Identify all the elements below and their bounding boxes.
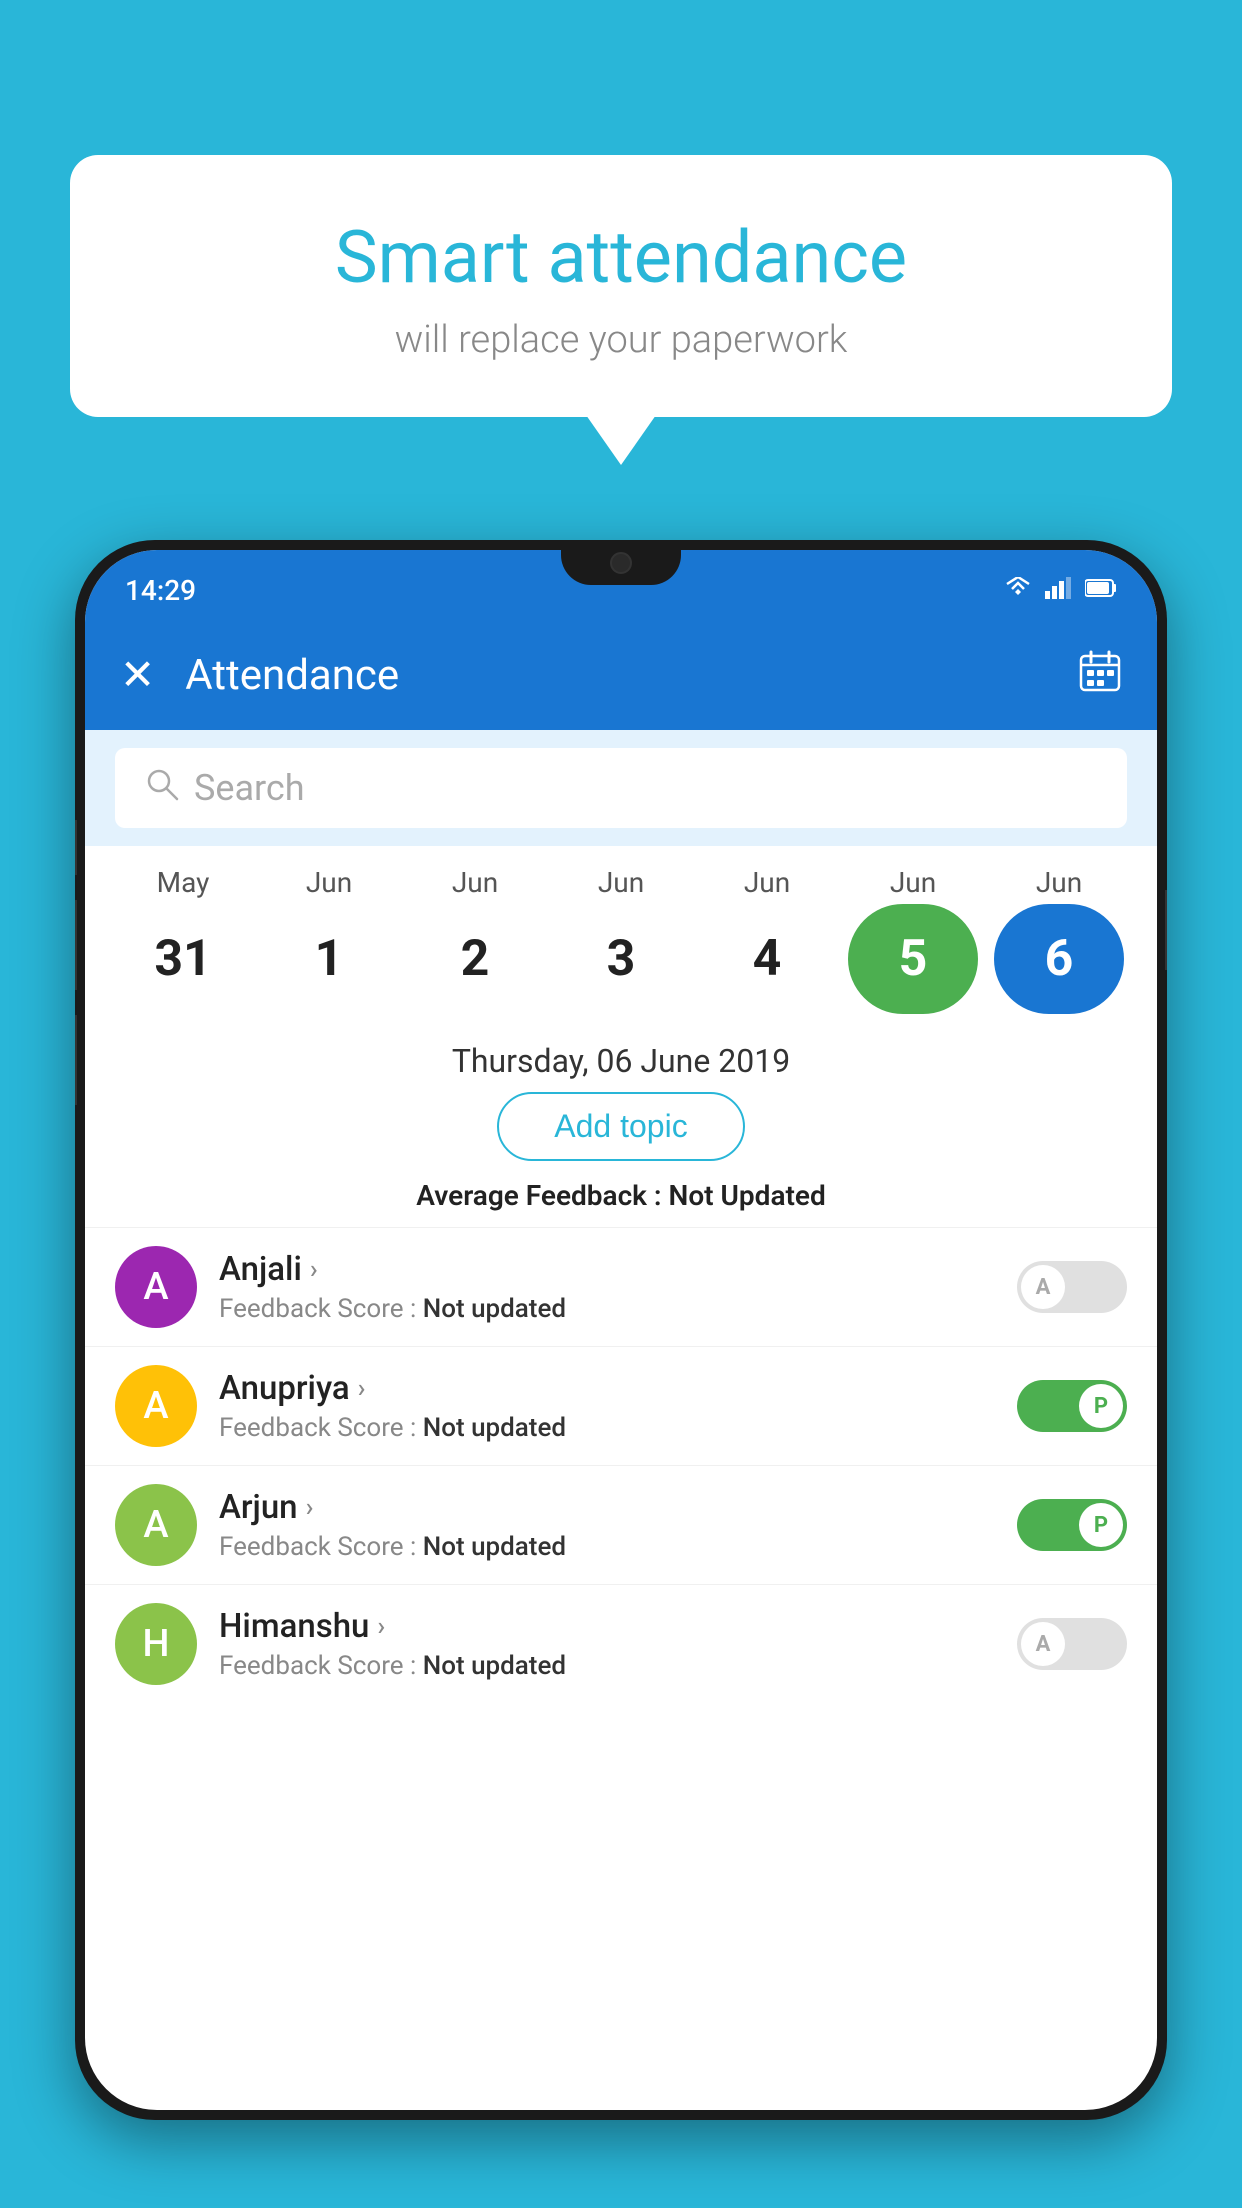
student-item-arjun[interactable]: A Arjun › Feedback Score : Not updated [85,1465,1157,1584]
avatar-anupriya: A [115,1365,197,1447]
student-feedback-himanshu: Feedback Score : Not updated [219,1651,995,1681]
student-feedback-anjali: Feedback Score : Not updated [219,1294,995,1324]
search-container: Search [85,730,1157,846]
phone-container: 14:29 [75,540,1167,2208]
month-5: Jun [848,866,978,899]
avg-feedback-label: Average Feedback : [416,1179,668,1212]
month-3: Jun [556,866,686,899]
toggle-anjali[interactable]: A [1017,1261,1127,1313]
student-name-anjali: Anjali › [219,1250,995,1289]
avg-feedback: Average Feedback : Not Updated [85,1171,1157,1227]
toggle-arjun[interactable]: P [1017,1499,1127,1551]
toggle-anupriya[interactable]: P [1017,1380,1127,1432]
student-item-anjali[interactable]: A Anjali › Feedback Score : Not updated [85,1227,1157,1346]
month-6: Jun [994,866,1124,899]
student-name-anupriya: Anupriya › [219,1369,995,1408]
student-name-arjun: Arjun › [219,1488,995,1527]
content-area: Thursday, 06 June 2019 Add topic Average… [85,1024,1157,1703]
student-name-himanshu: Himanshu › [219,1607,995,1646]
chevron-icon: › [306,1493,314,1523]
vol-down-button [75,900,77,990]
date-5-today[interactable]: 5 [848,904,978,1014]
app-bar-title: Attendance [185,651,1048,700]
toggle-knob-arjun: P [1079,1503,1123,1547]
status-icons [1003,577,1117,603]
date-4[interactable]: 4 [702,904,832,1014]
student-item-anupriya[interactable]: A Anupriya › Feedback Score : Not update… [85,1346,1157,1465]
phone-notch [561,540,681,585]
student-info-himanshu: Himanshu › Feedback Score : Not updated [219,1607,995,1681]
toggle-knob-anupriya: P [1079,1384,1123,1428]
avatar-arjun: A [115,1484,197,1566]
toggle-knob-anjali: A [1021,1265,1065,1309]
signal-icon [1045,577,1073,603]
chevron-icon: › [310,1255,318,1285]
toggle-knob-himanshu: A [1021,1622,1065,1666]
calendar-dates: 31 1 2 3 4 5 6 [85,904,1157,1014]
add-topic-button[interactable]: Add topic [497,1092,744,1161]
month-4: Jun [702,866,832,899]
month-0: May [118,866,248,899]
month-1: Jun [264,866,394,899]
battery-icon [1085,578,1117,602]
selected-date: Thursday, 06 June 2019 [85,1024,1157,1092]
date-6-selected[interactable]: 6 [994,904,1124,1014]
speech-bubble-container: Smart attendance will replace your paper… [70,155,1172,417]
phone-screen: 14:29 [85,550,1157,2110]
app-bar: ✕ Attendance [85,620,1157,730]
power-button [1165,890,1167,970]
vol-up-button [75,820,77,875]
avatar-himanshu: H [115,1603,197,1685]
search-bar[interactable]: Search [115,748,1127,828]
date-3[interactable]: 3 [556,904,686,1014]
student-info-arjun: Arjun › Feedback Score : Not updated [219,1488,995,1562]
avg-feedback-value: Not Updated [669,1179,826,1212]
month-2: Jun [410,866,540,899]
student-feedback-arjun: Feedback Score : Not updated [219,1532,995,1562]
date-31[interactable]: 31 [118,904,248,1014]
avatar-anjali: A [115,1246,197,1328]
student-info-anjali: Anjali › Feedback Score : Not updated [219,1250,995,1324]
chevron-icon: › [358,1374,366,1404]
search-placeholder: Search [194,767,305,809]
bubble-title: Smart attendance [120,215,1122,300]
calendar-months: May Jun Jun Jun Jun Jun Jun [85,866,1157,899]
search-icon [145,767,179,810]
status-time: 14:29 [125,574,196,607]
student-item-himanshu[interactable]: H Himanshu › Feedback Score : Not update… [85,1584,1157,1703]
wifi-icon [1003,577,1033,603]
student-list: A Anjali › Feedback Score : Not updated [85,1227,1157,1703]
phone-frame: 14:29 [75,540,1167,2120]
camera [610,552,632,574]
date-1[interactable]: 1 [264,904,394,1014]
speech-bubble: Smart attendance will replace your paper… [70,155,1172,417]
date-2[interactable]: 2 [410,904,540,1014]
student-feedback-anupriya: Feedback Score : Not updated [219,1413,995,1443]
bubble-subtitle: will replace your paperwork [120,318,1122,362]
student-info-anupriya: Anupriya › Feedback Score : Not updated [219,1369,995,1443]
chevron-icon: › [377,1612,385,1642]
toggle-himanshu[interactable]: A [1017,1618,1127,1670]
close-button[interactable]: ✕ [120,650,155,700]
calendar-strip: May Jun Jun Jun Jun Jun Jun 31 1 2 3 4 5… [85,846,1157,1024]
calendar-icon[interactable] [1078,649,1122,702]
silent-button [75,1015,77,1105]
